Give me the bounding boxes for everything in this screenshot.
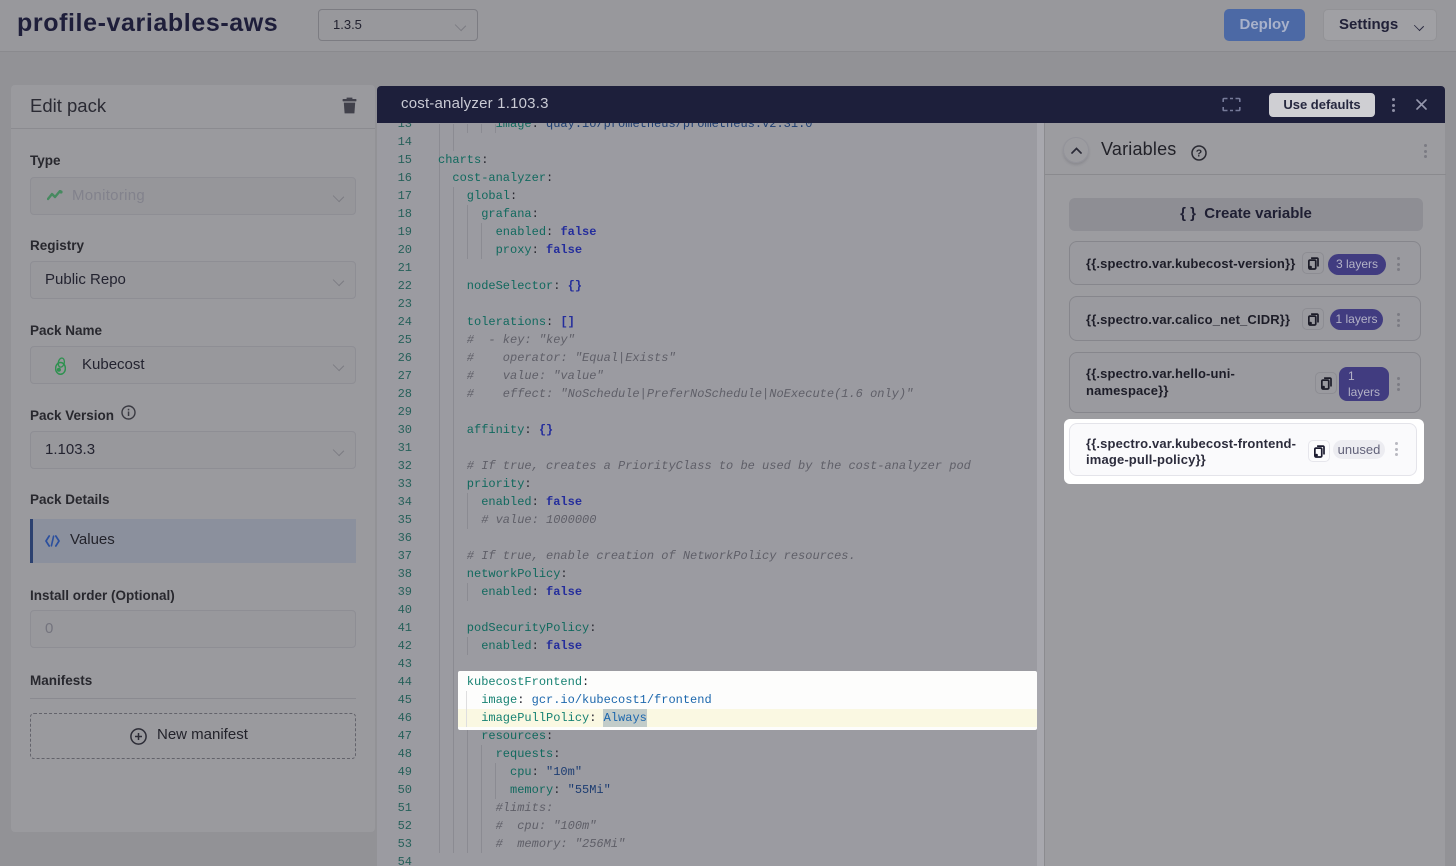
svg-text:?: ? [1196, 148, 1202, 160]
